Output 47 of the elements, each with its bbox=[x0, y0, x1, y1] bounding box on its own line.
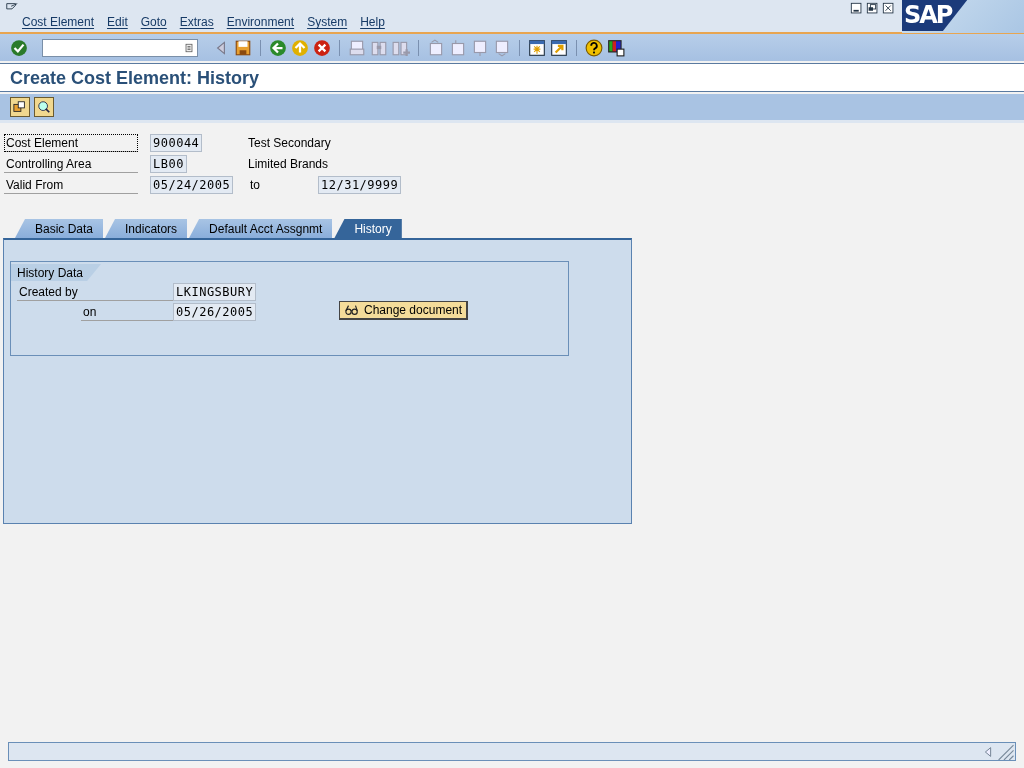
field-label: Created by bbox=[17, 283, 173, 301]
menu-item[interactable]: System bbox=[305, 15, 355, 29]
group-title: History Data bbox=[11, 264, 102, 281]
tab[interactable]: Default Acct Assgnmt bbox=[189, 219, 333, 238]
shortcut-icon[interactable] bbox=[550, 38, 568, 57]
input-field[interactable]: 05/24/2005 bbox=[150, 176, 234, 194]
menu-item[interactable]: Extras bbox=[177, 15, 221, 29]
menu-item[interactable]: Environment bbox=[224, 15, 302, 29]
help-icon[interactable] bbox=[585, 38, 603, 57]
display-button[interactable] bbox=[34, 97, 54, 117]
layout-icon[interactable] bbox=[607, 38, 625, 57]
resize-grip-icon[interactable] bbox=[995, 743, 1015, 760]
change-document-button[interactable]: Change document bbox=[339, 301, 469, 320]
enter-icon[interactable] bbox=[10, 38, 28, 57]
menu-item[interactable]: Help bbox=[358, 15, 392, 29]
input-field[interactable]: 12/31/9999 bbox=[318, 176, 402, 194]
input-field[interactable]: LB00 bbox=[150, 155, 187, 173]
save-icon[interactable] bbox=[234, 38, 252, 57]
glasses-icon bbox=[344, 303, 360, 317]
input-field[interactable]: LKINGSBURY bbox=[173, 283, 257, 301]
cancel-icon[interactable] bbox=[313, 38, 331, 57]
sap-logo: SAP bbox=[902, 0, 968, 31]
magnifier-icon bbox=[37, 100, 51, 114]
minimize-icon[interactable] bbox=[850, 2, 864, 16]
menu-item[interactable]: Goto bbox=[138, 15, 174, 29]
dropdown-icon bbox=[183, 41, 195, 54]
description-text: Test Secondary bbox=[248, 136, 331, 150]
new-session-icon[interactable] bbox=[528, 38, 546, 57]
menu-item[interactable]: Edit bbox=[105, 15, 135, 29]
restore-icon[interactable] bbox=[866, 2, 880, 16]
input-field[interactable]: 900044 bbox=[150, 134, 203, 152]
back-icon[interactable] bbox=[269, 38, 287, 57]
field-label: Controlling Area bbox=[4, 155, 138, 173]
field-label: to bbox=[249, 177, 261, 194]
other-object-button[interactable] bbox=[10, 97, 30, 117]
screen-title: Create Cost Element: History bbox=[10, 68, 261, 89]
close-icon[interactable] bbox=[882, 2, 896, 16]
tab[interactable]: History bbox=[334, 219, 402, 238]
tab[interactable]: Basic Data bbox=[15, 219, 104, 238]
command-field[interactable] bbox=[42, 38, 198, 57]
input-field[interactable]: 05/26/2005 bbox=[173, 303, 257, 321]
field-label: Cost Element bbox=[4, 134, 138, 152]
tab[interactable]: Indicators bbox=[105, 219, 188, 238]
copy-icon bbox=[13, 100, 27, 114]
description-text: Limited Brands bbox=[248, 157, 329, 171]
field-label: Valid From bbox=[4, 176, 138, 194]
menu-item[interactable]: Cost Element bbox=[20, 15, 102, 29]
